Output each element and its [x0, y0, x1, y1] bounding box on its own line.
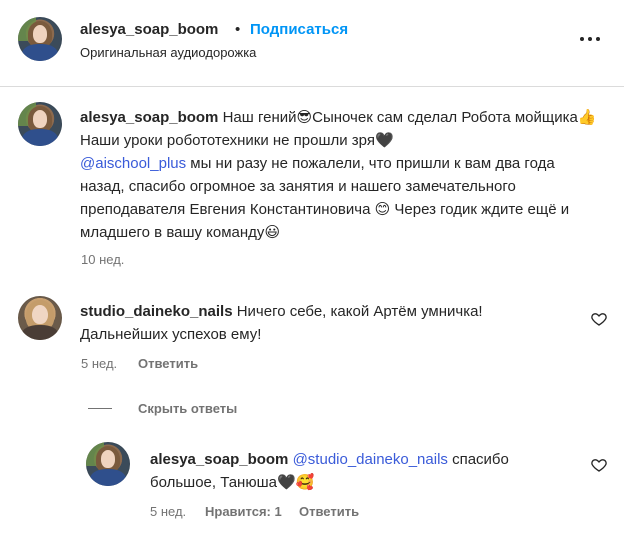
reply-text: alesya_soap_boom @studio_daineko_nails с…	[150, 448, 570, 494]
hide-replies-button[interactable]: Скрыть ответы	[138, 401, 237, 416]
sunglasses-emoji-icon: 😎	[296, 109, 313, 126]
header-subtitle[interactable]: Оригинальная аудиодорожка	[80, 45, 256, 60]
smiling-hearts-emoji-icon: 🥰	[295, 474, 315, 491]
caption-time[interactable]: 10 нед.	[81, 252, 124, 267]
reply-reply-button[interactable]: Ответить	[299, 504, 359, 519]
header-avatar[interactable]	[18, 17, 62, 61]
comment-username[interactable]: studio_daineko_nails	[80, 303, 233, 320]
reply-username[interactable]: alesya_soap_boom	[150, 451, 288, 468]
caption-text: alesya_soap_boom Наш гений😎Сыночек сам с…	[80, 106, 600, 244]
caption-mention-link[interactable]: @aischool_plus	[80, 155, 186, 172]
smiling-emoji-icon: 😊	[374, 201, 391, 218]
reply-mention-link[interactable]: @studio_daineko_nails	[293, 451, 448, 468]
more-horizontal-icon[interactable]	[578, 32, 602, 44]
hide-replies-line	[88, 408, 112, 409]
black-heart-emoji-icon: 🖤	[276, 474, 296, 491]
header-username[interactable]: alesya_soap_boom	[80, 21, 218, 38]
reply-avatar[interactable]	[86, 442, 130, 486]
comment-avatar[interactable]	[18, 296, 62, 340]
grinning-emoji-icon: 😃	[264, 224, 281, 241]
caption-part3: Наши уроки робототехники не прошли зря	[80, 132, 375, 149]
reply-like-heart-icon[interactable]	[591, 457, 607, 473]
black-heart-emoji-icon: 🖤	[374, 132, 394, 149]
comment-like-heart-icon[interactable]	[591, 311, 607, 327]
thumbs-up-emoji-icon: 👍	[577, 109, 597, 126]
header-separator: •	[235, 21, 241, 38]
reply-likes-count[interactable]: Нравится: 1	[205, 504, 282, 519]
caption-username[interactable]: alesya_soap_boom	[80, 109, 218, 126]
caption-part2: Сыночек сам сделал Робота мойщика	[312, 109, 578, 126]
caption-part1: Наш гений	[222, 109, 297, 126]
follow-button[interactable]: Подписаться	[250, 21, 348, 38]
comment-text: studio_daineko_nails Ничего себе, какой …	[80, 300, 560, 346]
header-divider	[0, 86, 624, 87]
comment-time[interactable]: 5 нед.	[81, 356, 117, 371]
reply-time[interactable]: 5 нед.	[150, 504, 186, 519]
comment-reply-button[interactable]: Ответить	[138, 356, 198, 371]
caption-avatar[interactable]	[18, 102, 62, 146]
